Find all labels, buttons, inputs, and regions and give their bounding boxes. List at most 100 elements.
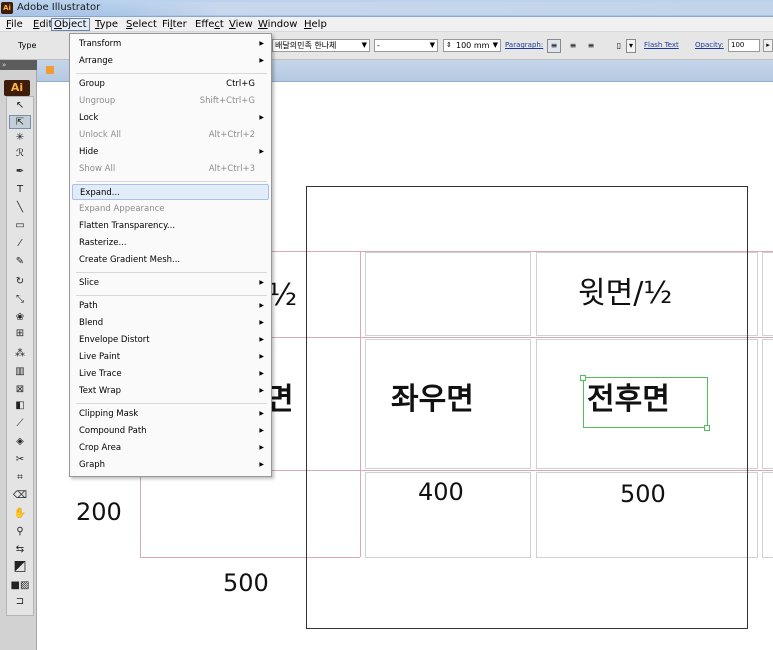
menu-item-label: Clipping Mask bbox=[79, 409, 139, 419]
menu-item-text-wrap[interactable]: Text Wrap ▶ bbox=[70, 383, 271, 399]
magic-wand-tool-icon[interactable]: ✳ bbox=[9, 131, 31, 145]
swap-colors-icon[interactable]: ⇆ bbox=[9, 543, 31, 557]
paintbrush-tool-icon[interactable]: ⁄ bbox=[9, 237, 31, 251]
app-icon: Ai bbox=[1, 2, 13, 14]
font-family-value: 배달의민족 한나체 bbox=[275, 41, 337, 50]
graph-tool-icon[interactable]: ▥ bbox=[9, 365, 31, 379]
menu-object[interactable]: Object bbox=[51, 18, 90, 31]
menu-help[interactable]: Help bbox=[302, 18, 329, 31]
lasso-tool-icon[interactable]: ℛ bbox=[9, 147, 31, 161]
opacity-input[interactable]: 100 bbox=[728, 39, 760, 52]
menu-item-compound-path[interactable]: Compound Path ▶ bbox=[70, 423, 271, 439]
chevron-down-icon[interactable]: ▾ bbox=[626, 39, 636, 53]
menu-select[interactable]: Select bbox=[124, 18, 159, 31]
align-right-icon[interactable]: ≡ bbox=[584, 39, 598, 53]
menu-item-transform[interactable]: Transform ▶ bbox=[70, 36, 271, 52]
menu-window[interactable]: Window bbox=[256, 18, 299, 31]
submenu-arrow-icon: ▶ bbox=[259, 279, 264, 286]
ai-logo: Ai bbox=[4, 80, 30, 96]
dimension-500-bottom[interactable]: 500 bbox=[223, 571, 269, 595]
dimension-400[interactable]: 400 bbox=[418, 480, 464, 504]
menu-item-arrange[interactable]: Arrange ▶ bbox=[70, 53, 271, 69]
align-left-icon[interactable]: ≡ bbox=[547, 39, 561, 53]
symbol-sprayer-tool-icon[interactable]: ⁂ bbox=[9, 347, 31, 361]
direct-selection-tool-icon[interactable]: ⇱ bbox=[9, 115, 31, 129]
selection-bounding-box[interactable] bbox=[583, 377, 708, 428]
menu-item-shortcut: Alt+Ctrl+3 bbox=[208, 164, 255, 174]
menu-item-graph[interactable]: Graph ▶ bbox=[70, 457, 271, 473]
rectangle-tool-icon[interactable]: ▭ bbox=[9, 219, 31, 233]
menu-item-hide[interactable]: Hide ▶ bbox=[70, 144, 271, 160]
fill-stroke-icon[interactable]: ◩ bbox=[9, 559, 31, 573]
menu-effect[interactable]: Effect bbox=[193, 18, 226, 31]
menu-item-lock[interactable]: Lock ▶ bbox=[70, 110, 271, 126]
line-tool-icon[interactable]: ╲ bbox=[9, 201, 31, 215]
menu-view[interactable]: View bbox=[227, 18, 255, 31]
menu-item-crop-area[interactable]: Crop Area ▶ bbox=[70, 440, 271, 456]
layout-cell bbox=[762, 472, 773, 558]
menu-item-clipping-mask[interactable]: Clipping Mask ▶ bbox=[70, 406, 271, 422]
scissors-tool-icon[interactable]: ⌗ bbox=[9, 471, 31, 485]
warp-tool-icon[interactable]: ❀ bbox=[9, 311, 31, 325]
font-size-input[interactable]: ⇕ 100 mm ▼ bbox=[443, 39, 501, 52]
face-label-top[interactable]: 윗면/½ bbox=[578, 279, 672, 309]
menu-item-create-gradient-mesh[interactable]: Create Gradient Mesh... bbox=[70, 252, 271, 268]
pencil-tool-icon[interactable]: ✎ bbox=[9, 255, 31, 269]
menu-item-expand[interactable]: Expand... bbox=[72, 184, 269, 200]
menu-item-live-paint[interactable]: Live Paint ▶ bbox=[70, 349, 271, 365]
zoom-tool-icon[interactable]: ⚲ bbox=[9, 525, 31, 539]
menu-item-rasterize[interactable]: Rasterize... bbox=[70, 235, 271, 251]
scale-tool-icon[interactable]: ⤡ bbox=[9, 293, 31, 307]
color-mode-icon[interactable]: ■▨ bbox=[9, 579, 31, 593]
resize-handle[interactable] bbox=[704, 425, 710, 431]
toolbox-grip[interactable]: » bbox=[0, 60, 37, 70]
menu-item-ungroup[interactable]: Ungroup Shift+Ctrl+G bbox=[70, 93, 271, 109]
opacity-link[interactable]: Opacity: bbox=[695, 41, 724, 49]
screen-mode-icon[interactable]: ⊐ bbox=[9, 595, 31, 609]
menu-item-expand-appearance[interactable]: Expand Appearance bbox=[70, 201, 271, 217]
eraser-tool-icon[interactable]: ⌫ bbox=[9, 489, 31, 503]
menu-item-group[interactable]: Group Ctrl+G bbox=[70, 76, 271, 92]
flash-text-link[interactable]: Flash Text bbox=[644, 41, 679, 49]
chevron-right-icon[interactable]: ▸ bbox=[763, 39, 773, 52]
face-label-sides[interactable]: 좌우면 bbox=[391, 385, 474, 415]
menu-bar: File Edit Object Type Select Filter Effect View… bbox=[0, 17, 773, 32]
menu-item-label: Crop Area bbox=[79, 443, 122, 453]
document-tab-icon bbox=[46, 66, 54, 74]
paragraph-link[interactable]: Paragraph: bbox=[505, 41, 543, 49]
eyedropper-tool-icon[interactable]: ⟋ bbox=[9, 417, 31, 431]
menu-item-unlock-all[interactable]: Unlock All Alt+Ctrl+2 bbox=[70, 127, 271, 143]
selection-tool-icon[interactable]: ↖ bbox=[9, 99, 31, 113]
menu-item-path[interactable]: Path ▶ bbox=[70, 298, 271, 314]
mesh-tool-icon[interactable]: ⊠ bbox=[9, 383, 31, 397]
menu-item-live-trace[interactable]: Live Trace ▶ bbox=[70, 366, 271, 382]
menu-item-flatten-transparency[interactable]: Flatten Transparency... bbox=[70, 218, 271, 234]
menu-item-show-all[interactable]: Show All Alt+Ctrl+3 bbox=[70, 161, 271, 177]
submenu-arrow-icon: ▶ bbox=[259, 444, 264, 451]
menu-item-envelope-distort[interactable]: Envelope Distort ▶ bbox=[70, 332, 271, 348]
menu-filter[interactable]: Filter bbox=[160, 18, 189, 31]
free-transform-tool-icon[interactable]: ⊞ bbox=[9, 327, 31, 341]
stepper-icon[interactable]: ⇕ bbox=[446, 40, 452, 51]
menu-item-label: Lock bbox=[79, 113, 99, 123]
slice-tool-icon[interactable]: ✂ bbox=[9, 453, 31, 467]
font-family-select[interactable]: 배달의민족 한나체 ▼ bbox=[272, 39, 370, 52]
submenu-arrow-icon: ▶ bbox=[259, 114, 264, 121]
rotate-tool-icon[interactable]: ↻ bbox=[9, 275, 31, 289]
align-center-icon[interactable]: ≡ bbox=[566, 39, 580, 53]
pen-tool-icon[interactable]: ✒ bbox=[9, 165, 31, 179]
character-icon[interactable]: ▯ bbox=[612, 39, 626, 53]
resize-handle[interactable] bbox=[580, 375, 586, 381]
dimension-200[interactable]: 200 bbox=[76, 500, 122, 524]
menu-item-blend[interactable]: Blend ▶ bbox=[70, 315, 271, 331]
dimension-500[interactable]: 500 bbox=[620, 482, 666, 506]
live-paint-tool-icon[interactable]: ◈ bbox=[9, 435, 31, 449]
hand-tool-icon[interactable]: ✋ bbox=[9, 507, 31, 521]
menu-item-label: Expand Appearance bbox=[79, 204, 165, 214]
menu-file[interactable]: File bbox=[4, 18, 25, 31]
gradient-tool-icon[interactable]: ◧ bbox=[9, 399, 31, 413]
type-tool-icon[interactable]: T bbox=[9, 183, 31, 197]
menu-type[interactable]: Type bbox=[93, 18, 120, 31]
font-style-select[interactable]: - ▼ bbox=[374, 39, 438, 52]
menu-item-slice[interactable]: Slice ▶ bbox=[70, 275, 271, 291]
